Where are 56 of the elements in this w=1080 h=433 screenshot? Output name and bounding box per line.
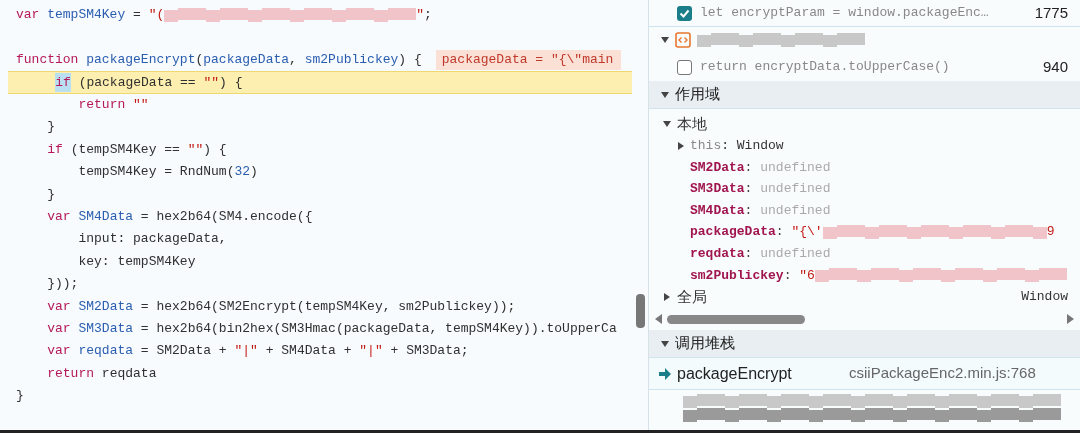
scrollbar-thumb[interactable]	[635, 294, 645, 328]
scope-variable: SM3Data: undefined	[690, 180, 831, 199]
code-text: var SM3Data = hex2b64(bin2hex(SM3Hmac(packageData, tempSM4Key)).toUpperCa	[47, 319, 617, 338]
section-title: 调用堆栈	[675, 333, 735, 354]
code-text: var tempSM4Key = "(	[16, 6, 165, 25]
code-text: return reqdata	[47, 364, 157, 383]
current-frame-arrow-icon	[659, 367, 671, 380]
checkbox[interactable]	[677, 5, 692, 21]
code-text: var SM4Data = hex2b64(SM4.encode({	[47, 207, 313, 226]
expanded-triangle-icon[interactable]	[663, 120, 671, 128]
code-text: var SM2Data = hex2b64(SM2Encrypt(tempSM4Key, sm2Publickey));	[47, 297, 516, 316]
call-frame[interactable]: packageEncrypt csiiPackageEnc2.min.js:768	[649, 358, 1080, 391]
code-text: (packageData == "") {	[78, 73, 243, 92]
code-text: var reqdata = SM2Data + "|" + SM4Data + "|" + SM3Data;	[47, 342, 469, 361]
collapsed-triangle-icon[interactable]	[677, 141, 685, 150]
scrollbar-thumb[interactable]	[667, 314, 805, 324]
expanded-triangle-icon[interactable]	[661, 339, 669, 348]
expanded-triangle-icon[interactable]	[661, 36, 669, 44]
frame-name: packageEncrypt	[677, 363, 793, 384]
code-text: return ""	[78, 96, 149, 114]
highlighted-keyword: if	[55, 72, 71, 93]
scope-value: Window	[1021, 288, 1068, 307]
scope-group-title[interactable]: 本地	[677, 112, 707, 136]
script-file-icon	[675, 32, 691, 48]
code-text: tempSM4Key = RndNum(32)	[78, 163, 258, 182]
code-text: }	[47, 185, 56, 204]
line-number: 1775	[1034, 2, 1068, 23]
code-text: }	[16, 387, 24, 406]
scope-variable: sm2Publickey: "6	[690, 266, 815, 285]
code-text: key: tempSM4Key	[78, 252, 196, 271]
collapsed-triangle-icon[interactable]	[663, 293, 671, 302]
code-text: }));	[47, 275, 79, 294]
scope-group-title[interactable]: 全局	[677, 285, 707, 309]
section-header[interactable]: 作用域	[649, 81, 1080, 109]
scroll-right-icon[interactable]	[1066, 314, 1074, 325]
scope-variable: reqdata: undefined	[690, 245, 831, 263]
checkbox[interactable]	[677, 59, 692, 75]
scope-variable: packageData: "{\'	[690, 223, 823, 242]
line-number: 940	[1042, 56, 1068, 77]
code-text: input: packageData,	[78, 230, 227, 249]
scope-variable: SM4Data: undefined	[690, 201, 831, 220]
expanded-triangle-icon[interactable]	[661, 90, 669, 99]
code-text: function packageEncrypt(packageData, sm2Publickey) {	[16, 51, 422, 70]
scope-variable[interactable]: this: Window	[690, 136, 784, 156]
frame-location: csiiPackageEnc2.min.js:768	[849, 363, 1036, 384]
code-text: if (tempSM4Key == "") {	[47, 140, 227, 159]
section-header[interactable]: 调用堆栈	[649, 330, 1080, 359]
scroll-left-icon[interactable]	[655, 314, 663, 325]
scope-variable: SM2Data: undefined	[690, 158, 831, 177]
breakpoint-code: return encryptData.toUpperCase()	[700, 58, 950, 77]
section-title: 作用域	[675, 84, 720, 105]
scope-value: 9	[1046, 223, 1055, 242]
breakpoint-code: let encryptParam = window.packageEnc…	[700, 4, 989, 23]
inline-value: packageData = "{\"main	[435, 50, 622, 70]
code-text: }	[47, 118, 56, 137]
code-text: ";	[416, 6, 432, 25]
